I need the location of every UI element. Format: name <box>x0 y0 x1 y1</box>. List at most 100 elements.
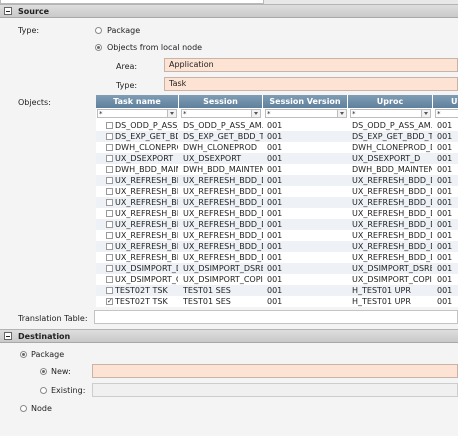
chevron-down-icon[interactable] <box>251 110 260 117</box>
row-checkbox[interactable] <box>106 166 113 173</box>
row-checkbox[interactable] <box>106 265 113 272</box>
table-row[interactable]: UX_REFRESH_BD UX_REFRESH_BDD_D... 001 UX_RE… <box>96 241 458 252</box>
cell-session: UX_REFRESH_BDD_D... <box>183 176 263 185</box>
chevron-down-icon[interactable] <box>167 110 176 117</box>
cell-task-name: DS_ODD_P_ASS_AM <box>115 121 178 130</box>
table-row[interactable]: ✓ TEST02T TSK TEST01 SES 001 H_TEST01 UPR 001 <box>96 296 458 307</box>
cell-session-version: 001 <box>267 132 283 141</box>
cell-session-version: 001 <box>267 242 283 251</box>
chevron-down-icon[interactable] <box>421 110 430 117</box>
table-row[interactable]: UX_REFRESH_BD UX_REFRESH_BDD_D... 001 UX_RE… <box>96 208 458 219</box>
cell-session: UX_DSIMPORT_DSRE... <box>183 264 263 273</box>
table-row[interactable]: UX_DSIMPORT_D UX_DSIMPORT_DSRE... 001 UX_DS… <box>96 263 458 274</box>
dest-existing-field <box>92 383 458 397</box>
destination-section-header[interactable]: Destination <box>0 329 458 343</box>
table-row[interactable]: UX_REFRESH_BD UX_REFRESH_BDD_D... 001 UX_RE… <box>96 230 458 241</box>
cell-uproc-version: 001 <box>437 253 453 262</box>
objects-local-node-radio[interactable] <box>95 44 102 51</box>
cell-uproc-version: 001 <box>437 165 453 174</box>
cell-session: UX_DSEXPORT <box>183 154 242 163</box>
row-checkbox[interactable] <box>106 133 113 140</box>
cell-uproc-version: 001 <box>437 176 453 185</box>
cell-uproc-version: 001 <box>437 154 453 163</box>
dest-new-radio[interactable] <box>40 368 47 375</box>
objects-grid[interactable]: Task name Session Session Version Uproc … <box>96 95 458 307</box>
cell-uproc-version: 001 <box>437 132 453 141</box>
source-section-header[interactable]: Source <box>0 4 458 18</box>
checkmark-icon: ✓ <box>107 297 113 305</box>
cell-session: UX_REFRESH_BDD_D... <box>183 242 263 251</box>
cell-uproc: UX_REFRESH_BDD_D... <box>352 176 432 185</box>
cell-session: TEST01 SES <box>183 297 231 306</box>
row-checkbox[interactable] <box>106 221 113 228</box>
filter-uproc[interactable]: * <box>350 109 431 118</box>
row-checkbox[interactable]: ✓ <box>106 298 113 305</box>
cell-uproc: H_TEST01 UPR <box>352 286 411 295</box>
row-checkbox[interactable] <box>106 254 113 261</box>
row-checkbox[interactable] <box>106 243 113 250</box>
cell-session: UX_REFRESH_BDD_D... <box>183 220 263 229</box>
cell-uproc: UX_REFRESH_BDD_D... <box>352 187 432 196</box>
filter-task-name[interactable]: * <box>97 109 177 118</box>
collapse-icon[interactable] <box>4 332 12 340</box>
translation-table-field[interactable] <box>94 310 458 324</box>
table-row[interactable]: DS_ODD_P_ASS_AM DS_ODD_P_ASS_AM... 001 DS_O… <box>96 120 458 131</box>
col-session[interactable]: Session <box>179 95 263 108</box>
filter-session[interactable]: * <box>181 109 261 118</box>
dest-new-field[interactable] <box>92 364 458 378</box>
table-row[interactable]: DS_EXP_GET_BDD DS_EXP_GET_BDD_T... 001 DS_E… <box>96 131 458 142</box>
cell-session-version: 001 <box>267 198 283 207</box>
cell-uproc: DS_ODD_P_ASS_AM... <box>352 121 432 130</box>
cell-task-name: UX_REFRESH_BD <box>115 187 178 196</box>
cell-uproc-version: 001 <box>437 242 453 251</box>
row-checkbox[interactable] <box>106 210 113 217</box>
row-checkbox[interactable] <box>106 122 113 129</box>
row-checkbox[interactable] <box>106 177 113 184</box>
cell-uproc-version: 001 <box>437 209 453 218</box>
cell-task-name: UX_DSEXPORT <box>115 154 174 163</box>
row-checkbox[interactable] <box>106 188 113 195</box>
filter-session-version[interactable]: * <box>265 109 347 118</box>
row-checkbox[interactable] <box>106 144 113 151</box>
row-checkbox[interactable] <box>106 155 113 162</box>
package-radio[interactable] <box>95 27 102 34</box>
table-row[interactable]: UX_DSEXPORT UX_DSEXPORT 001 UX_DSEXPORT_D 00… <box>96 153 458 164</box>
table-row[interactable]: UX_REFRESH_BD UX_REFRESH_BDD_D... 001 UX_RE… <box>96 252 458 263</box>
table-row[interactable]: UX_DSIMPORT_C UX_DSIMPORT_COPI... 001 UX_DS… <box>96 274 458 285</box>
table-row[interactable]: UX_REFRESH_BD UX_REFRESH_BDD_D... 001 UX_RE… <box>96 175 458 186</box>
area-field[interactable]: Application <box>164 58 458 72</box>
dest-package-radio[interactable] <box>20 351 27 358</box>
table-row[interactable]: UX_REFRESH_BD UX_REFRESH_BDD_D... 001 UX_RE… <box>96 186 458 197</box>
collapse-icon[interactable] <box>4 7 12 15</box>
cell-uproc-version: 001 <box>437 275 453 284</box>
cell-session: TEST01 SES <box>183 286 231 295</box>
dest-node-label: Node <box>31 404 52 413</box>
row-checkbox[interactable] <box>106 199 113 206</box>
table-row[interactable]: DWH_BDD_MAIN DWH_BDD_MAINTEN... 001 DWH_BDD… <box>96 164 458 175</box>
cell-task-name: DS_EXP_GET_BDD <box>115 132 178 141</box>
filter-uproc-version-value: * <box>437 110 441 118</box>
table-row[interactable]: DWH_CLONEPROD DWH_CLONEPROD 001 DWH_CLONEPR… <box>96 142 458 153</box>
object-type-field[interactable]: Task <box>164 77 458 91</box>
col-session-version[interactable]: Session Version <box>263 95 348 108</box>
cell-session: UX_REFRESH_BDD_D... <box>183 209 263 218</box>
row-checkbox[interactable] <box>106 276 113 283</box>
chevron-down-icon[interactable] <box>337 110 346 117</box>
cell-uproc-version: 001 <box>437 143 453 152</box>
table-row[interactable]: UX_REFRESH_BD UX_REFRESH_BDD_D... 001 UX_RE… <box>96 219 458 230</box>
col-uproc-version[interactable]: Up <box>433 95 458 108</box>
dest-existing-radio[interactable] <box>40 387 47 394</box>
filter-uproc-version[interactable]: * <box>435 109 458 118</box>
col-uproc[interactable]: Uproc <box>348 95 433 108</box>
package-radio-label: Package <box>107 26 141 35</box>
row-checkbox[interactable] <box>106 287 113 294</box>
source-section-title: Source <box>18 7 50 16</box>
row-checkbox[interactable] <box>106 232 113 239</box>
grid-header: Task name Session Session Version Uproc … <box>96 95 458 108</box>
cell-session: DS_ODD_P_ASS_AM... <box>183 121 263 130</box>
table-row[interactable]: TEST02T TSK TEST01 SES 001 H_TEST01 UPR 001 <box>96 285 458 296</box>
col-task-name[interactable]: Task name <box>96 95 179 108</box>
dest-node-radio[interactable] <box>20 405 27 412</box>
cell-uproc: UX_REFRESH_BDD_D... <box>352 198 432 207</box>
table-row[interactable]: UX_REFRESH_BD UX_REFRESH_BDD_D... 001 UX_RE… <box>96 197 458 208</box>
